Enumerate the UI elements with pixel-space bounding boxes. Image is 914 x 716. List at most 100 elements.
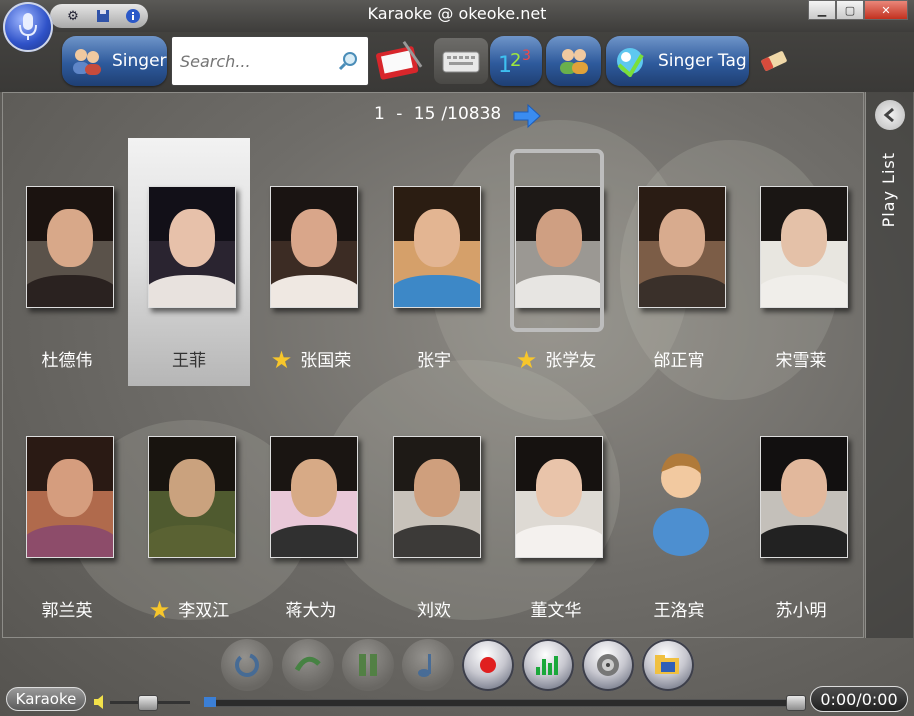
singer-card[interactable]: 董文华 (495, 388, 617, 636)
info-icon[interactable] (124, 7, 142, 25)
favorite-star-icon: ★ (270, 346, 293, 374)
singer-photo (26, 436, 114, 558)
singer-name-text: 宋雪莱 (775, 351, 827, 371)
minimize-button[interactable]: ▁ (808, 0, 836, 20)
playlist-expand-button[interactable] (875, 100, 905, 130)
singer-card[interactable]: ★ 李双江 (128, 388, 250, 636)
playlist-sidebar: Play List (865, 92, 913, 638)
equalizer-button[interactable] (522, 639, 574, 691)
singer-photo (148, 436, 236, 558)
next-button[interactable] (282, 639, 334, 691)
karaoke-mode-button[interactable]: Karaoke (6, 687, 86, 711)
singer-card[interactable]: ★ 张国荣 (250, 138, 372, 386)
time-display: 0:00/0:00 (810, 686, 908, 712)
singer-card[interactable]: 宋雪莱 (740, 138, 862, 386)
singer-photo (515, 436, 603, 558)
singer-photo (270, 436, 358, 558)
singer-button[interactable]: Singer (62, 36, 167, 86)
singer-card[interactable]: 邰正宵 (618, 138, 740, 386)
singer-name-text: 李双江 (178, 601, 230, 621)
singer-card[interactable]: 王洛宾 (618, 388, 740, 636)
next-page-arrow-icon[interactable] (512, 102, 542, 134)
progress-end-thumb[interactable] (786, 695, 806, 711)
singer-name: 邰正宵 (618, 346, 740, 371)
search-input[interactable] (178, 51, 342, 72)
singer-name-text: 蒋大为 (285, 601, 337, 621)
singer-name: 张宇 (373, 346, 495, 371)
page-total: 10838 (447, 104, 502, 124)
singer-name: 郭兰英 (6, 596, 128, 621)
singer-name-text: 张国荣 (300, 351, 352, 371)
singer-photo (760, 186, 848, 308)
duet-button[interactable] (546, 36, 601, 86)
singer-card[interactable]: 苏小明 (740, 388, 862, 636)
singer-card[interactable]: 蒋大为 (250, 388, 372, 636)
singer-name-text: 王菲 (172, 351, 206, 371)
singer-name: 杜德伟 (6, 346, 128, 371)
default-person-icon (646, 440, 716, 558)
forward-curve-icon (294, 656, 321, 672)
progress-track[interactable] (204, 699, 806, 707)
speaker-button[interactable] (582, 639, 634, 691)
search-icon[interactable] (338, 51, 358, 75)
equalizer-icon (536, 656, 558, 675)
page-end: 15 (413, 104, 436, 124)
eraser-icon[interactable] (752, 38, 796, 84)
top-icon-group: ⚙ (50, 4, 148, 28)
music-button[interactable] (402, 639, 454, 691)
singer-photo (760, 436, 848, 558)
maximize-button[interactable]: ▢ (836, 0, 864, 20)
singer-name: 蒋大为 (250, 596, 372, 621)
volume-speaker-icon (92, 694, 108, 714)
search-box (171, 36, 369, 86)
number-button[interactable]: 123 (490, 36, 542, 86)
singer-button-label: Singer (112, 51, 167, 71)
singer-name: 宋雪莱 (740, 346, 862, 371)
singer-card[interactable]: 杜德伟 (6, 138, 128, 386)
svg-text:3: 3 (522, 48, 531, 64)
chevron-left-icon (883, 107, 894, 123)
keyboard-icon[interactable] (434, 38, 488, 84)
singer-photo (393, 436, 481, 558)
speaker-icon (597, 654, 619, 676)
music-note-icon (418, 654, 431, 677)
record-icon (480, 657, 496, 673)
number-123-icon: 12 3 (498, 48, 531, 78)
singer-name: 王洛宾 (618, 596, 740, 621)
save-disk-icon[interactable] (94, 7, 112, 25)
singer-name: 王菲 (128, 346, 250, 371)
singer-photo (638, 186, 726, 308)
pause-button[interactable] (342, 639, 394, 691)
window-controls: ▁ ▢ ✕ (808, 0, 908, 20)
handwriting-pad-icon[interactable] (375, 38, 425, 84)
svg-text:2: 2 (510, 50, 521, 71)
singer-name-text: 董文华 (530, 601, 582, 621)
record-button[interactable] (462, 639, 514, 691)
settings-gear-icon[interactable]: ⚙ (64, 7, 82, 25)
singer-card[interactable]: 张宇 (373, 138, 495, 386)
singer-name-text: 张宇 (417, 351, 451, 371)
page-dash: - (396, 104, 403, 124)
folder-button[interactable] (642, 639, 694, 691)
singer-name: ★ 张学友 (495, 346, 617, 374)
singer-name-text: 郭兰英 (41, 601, 93, 621)
singer-name-text: 张学友 (545, 351, 597, 371)
close-button[interactable]: ✕ (864, 0, 908, 20)
singer-photo (393, 186, 481, 308)
singer-name: ★ 李双江 (128, 596, 250, 624)
singer-name-text: 刘欢 (417, 601, 451, 621)
singer-card[interactable]: 郭兰英 (6, 388, 128, 636)
singer-tag-button[interactable]: Singer Tag (606, 36, 749, 86)
singer-photo (270, 186, 358, 308)
volume-slider-thumb[interactable] (137, 695, 158, 711)
singer-photo (148, 186, 236, 308)
singer-card[interactable]: 王菲 (128, 138, 250, 386)
repeat-button[interactable] (221, 639, 273, 691)
microphone-icon[interactable] (3, 2, 53, 52)
duet-people-icon (559, 49, 588, 74)
page-indicator: 1 - 15/10838 (374, 104, 507, 124)
singer-card[interactable]: 刘欢 (373, 388, 495, 636)
progress-fill (204, 697, 216, 707)
singer-name: 董文华 (495, 596, 617, 621)
repeat-icon (235, 653, 259, 677)
